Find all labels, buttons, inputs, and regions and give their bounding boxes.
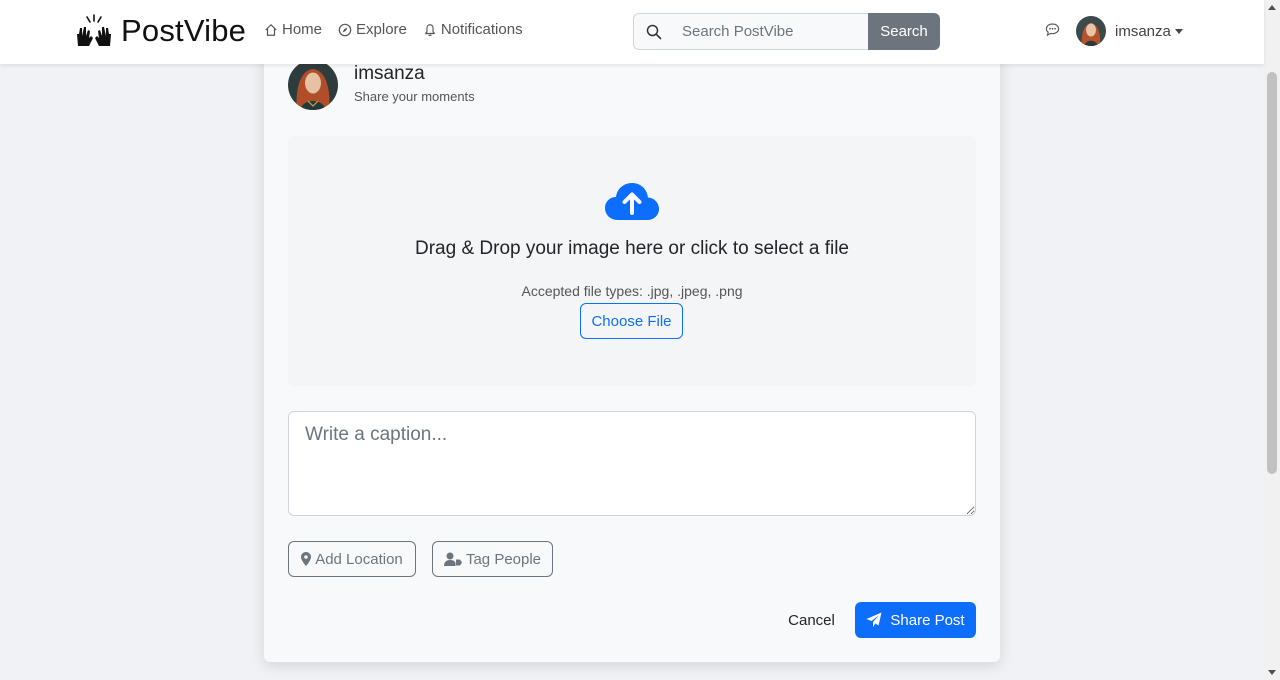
- nav-home[interactable]: Home: [264, 21, 322, 38]
- search-icon-box: [633, 13, 673, 50]
- bell-icon: [424, 23, 435, 36]
- brand-link[interactable]: PostVibe: [75, 14, 246, 48]
- tag-people-label: Tag People: [465, 550, 542, 568]
- user-menu-toggle[interactable]: imsanza: [1076, 16, 1183, 46]
- add-location-button[interactable]: Add Location: [288, 541, 416, 577]
- search-bar: Search: [633, 13, 940, 50]
- image-dropzone[interactable]: Drag & Drop your image here or click to …: [288, 136, 976, 386]
- nav-explore-label: Explore: [356, 21, 407, 38]
- search-button[interactable]: Search: [868, 13, 940, 50]
- choose-file-button[interactable]: Choose File: [580, 303, 683, 339]
- share-post-button[interactable]: Share Post: [855, 602, 976, 638]
- house-icon: [265, 23, 277, 36]
- caption-textarea[interactable]: [288, 411, 976, 516]
- create-post-card: imsanza Share your moments Drag & Drop y…: [264, 40, 1000, 662]
- map-pin-icon: [301, 552, 312, 566]
- cancel-button[interactable]: Cancel: [779, 602, 844, 638]
- share-post-label: Share Post: [890, 611, 965, 629]
- avatar: [288, 60, 338, 110]
- compass-icon: [338, 23, 352, 36]
- nav-username: imsanza: [1115, 22, 1171, 40]
- main-nav: Home Explore Notifications: [264, 21, 523, 38]
- nav-notifications-label: Notifications: [440, 21, 523, 38]
- scroll-down-arrow-icon[interactable]: [1268, 670, 1276, 675]
- user-tag-icon: [443, 552, 462, 566]
- tag-people-button[interactable]: Tag People: [432, 541, 553, 577]
- nav-notifications[interactable]: Notifications: [423, 21, 523, 38]
- paper-plane-icon: [866, 612, 882, 627]
- post-author-username: imsanza: [354, 63, 425, 84]
- dropzone-title: Drag & Drop your image here or click to …: [414, 238, 849, 259]
- post-author-subtitle: Share your moments: [354, 89, 475, 104]
- hands-icon: [77, 14, 111, 46]
- chevron-down-icon: [1174, 28, 1183, 34]
- chat-bubble-icon[interactable]: [1045, 22, 1060, 37]
- top-navbar: PostVibe Home Explore Notifications Sear…: [0, 0, 1264, 64]
- cloud-upload-icon: [605, 183, 659, 220]
- avatar: [1076, 16, 1106, 46]
- search-icon: [646, 24, 661, 39]
- scroll-up-arrow-icon[interactable]: [1268, 5, 1276, 10]
- accepted-file-types: Accepted file types: .jpg, .jpeg, .png: [521, 283, 743, 299]
- page-scrollbar[interactable]: [1264, 0, 1280, 680]
- nav-explore[interactable]: Explore: [338, 21, 407, 38]
- scrollbar-thumb[interactable]: [1267, 72, 1277, 474]
- search-input[interactable]: [673, 13, 868, 50]
- nav-home-label: Home: [282, 21, 323, 38]
- add-location-label: Add Location: [315, 550, 403, 568]
- brand-name: PostVibe: [121, 13, 247, 48]
